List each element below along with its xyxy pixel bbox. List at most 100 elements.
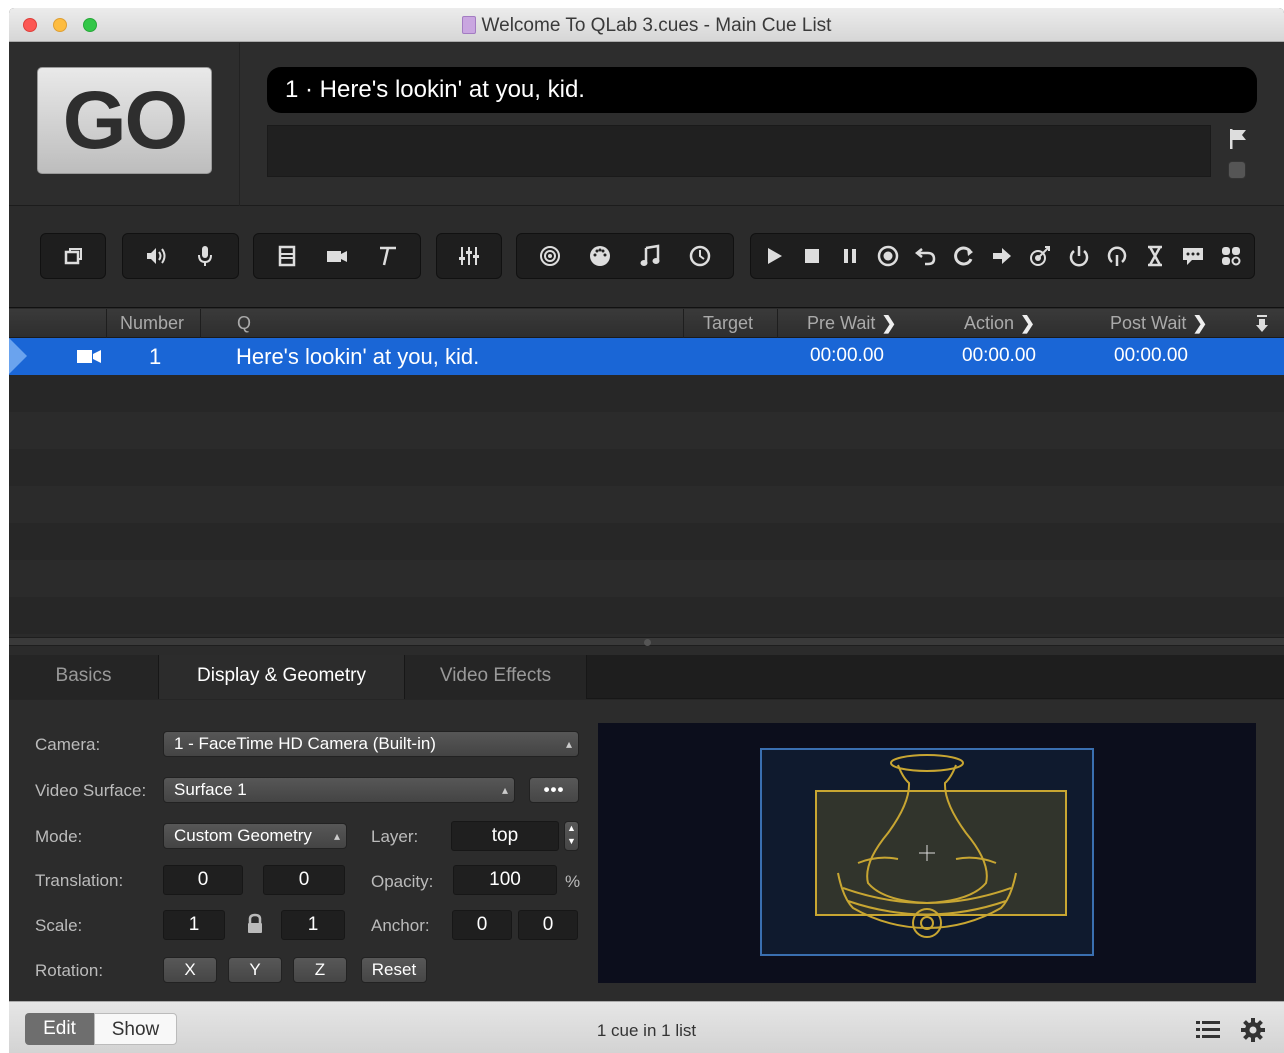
list-icon[interactable] — [1195, 1019, 1221, 1041]
translation-label: Translation: — [35, 871, 124, 890]
anchor-y-field[interactable]: 0 — [518, 910, 578, 940]
scale-y-field[interactable]: 1 — [281, 910, 345, 940]
rotate-x-button[interactable]: X — [163, 957, 217, 983]
anchor-x-field[interactable]: 0 — [452, 910, 512, 940]
chevron-right-icon: ❯ — [881, 313, 897, 333]
preview-canvas — [760, 748, 1094, 956]
midi-file-cue-icon[interactable] — [633, 239, 667, 273]
camera-cue-icon[interactable] — [320, 239, 354, 273]
video-surface-popup[interactable]: Surface 1 ▴ — [163, 777, 515, 803]
opacity-field[interactable]: 100 — [453, 865, 557, 895]
load-cue-icon[interactable] — [871, 239, 905, 273]
reset-geometry-button[interactable]: Reset — [361, 957, 427, 983]
anchor-label: Anchor: — [371, 916, 430, 935]
chevron-right-icon: ❯ — [1020, 313, 1036, 333]
column-divider — [106, 309, 107, 338]
target-cue-icon[interactable] — [1023, 239, 1057, 273]
go-button[interactable]: GO — [37, 67, 212, 174]
opacity-unit: % — [565, 872, 581, 891]
tab-basics[interactable]: Basics — [9, 655, 159, 699]
column-post-wait[interactable]: Post Wait ❯ — [1110, 313, 1207, 334]
empty-row — [9, 449, 1284, 486]
video-cue-icon[interactable] — [270, 239, 304, 273]
cue-row[interactable]: 1 Here's lookin' at you, kid. 00:00.00 0… — [9, 338, 1284, 375]
audio-cue-icon[interactable] — [139, 239, 173, 273]
flag-icon[interactable] — [1227, 127, 1249, 151]
stop-cue-icon[interactable] — [795, 239, 829, 273]
updown-arrows-icon: ▴ — [333, 829, 340, 843]
column-pre-wait-label: Pre Wait — [807, 313, 876, 333]
go-panel: GO — [9, 43, 240, 206]
column-target[interactable]: Target — [703, 313, 753, 334]
start-cue-icon[interactable] — [757, 239, 791, 273]
column-action[interactable]: Action ❯ — [964, 313, 1035, 334]
column-pre-wait[interactable]: Pre Wait ❯ — [807, 313, 896, 334]
column-number[interactable]: Number — [120, 313, 184, 334]
devamp-cue-icon[interactable] — [947, 239, 981, 273]
column-q[interactable]: Q — [237, 313, 251, 334]
translation-y-field[interactable]: 0 — [263, 865, 345, 895]
display-geometry-panel: Camera: 1 - FaceTime HD Camera (Built-in… — [9, 700, 1284, 1001]
rotate-z-button[interactable]: Z — [293, 957, 347, 983]
camera-cue-icon — [77, 350, 101, 363]
playhead-icon — [9, 338, 27, 374]
memo-cue-icon[interactable] — [1176, 239, 1210, 273]
qlab-window: Welcome To QLab 3.cues - Main Cue List G… — [9, 8, 1284, 1053]
cue-post-wait: 00:00.00 — [1114, 345, 1188, 366]
empty-row — [9, 523, 1284, 560]
disarm-cue-icon[interactable] — [1100, 239, 1134, 273]
fade-cue-icon[interactable] — [452, 239, 486, 273]
layer-field[interactable]: top — [451, 821, 559, 851]
cue-notes-field[interactable] — [267, 125, 1211, 177]
cue-toolbar — [9, 207, 1284, 308]
translation-x-field[interactable]: 0 — [163, 865, 243, 895]
cue-name: Here's lookin' at you, kid. — [236, 344, 480, 369]
arm-cue-icon[interactable] — [1062, 239, 1096, 273]
wait-cue-icon[interactable] — [1138, 239, 1172, 273]
timecode-cue-icon[interactable] — [683, 239, 717, 273]
cue-pre-wait: 00:00.00 — [810, 345, 884, 366]
splitter-handle[interactable] — [644, 639, 651, 646]
mode-popup[interactable]: Custom Geometry ▴ — [163, 823, 347, 849]
toolbar-group-1 — [40, 233, 106, 279]
camera-label: Camera: — [35, 735, 101, 754]
updown-arrows-icon: ▴ — [501, 783, 508, 797]
midi-cue-icon[interactable] — [583, 239, 617, 273]
top-panel: GO 1 · Here's lookin' at you, kid. — [9, 43, 1284, 206]
lock-icon[interactable] — [245, 913, 265, 935]
empty-row — [9, 486, 1284, 523]
video-surface-label: Video Surface: — [35, 781, 147, 800]
cue-inspector: Basics Display & Geometry Video Effects … — [9, 655, 1284, 1001]
pause-cue-icon[interactable] — [833, 239, 867, 273]
column-divider — [683, 309, 684, 338]
column-action-label: Action — [964, 313, 1015, 333]
script-cue-icon[interactable] — [1214, 239, 1248, 273]
mode-value: Custom Geometry — [174, 826, 312, 845]
column-divider — [777, 309, 778, 338]
camera-popup[interactable]: 1 - FaceTime HD Camera (Built-in) ▴ — [163, 731, 579, 757]
tab-display-geometry[interactable]: Display & Geometry — [159, 655, 405, 699]
network-cue-icon[interactable] — [533, 239, 567, 273]
layer-label: Layer: — [371, 827, 419, 846]
geometry-preview[interactable] — [598, 723, 1256, 983]
cue-count-status: 1 cue in 1 list — [596, 1021, 697, 1040]
scale-x-field[interactable]: 1 — [163, 910, 225, 940]
rotate-y-button[interactable]: Y — [228, 957, 282, 983]
text-cue-icon[interactable] — [370, 239, 404, 273]
flag-checkbox[interactable] — [1228, 161, 1246, 179]
reset-cue-icon[interactable] — [909, 239, 943, 273]
column-divider — [200, 309, 201, 338]
cue-list: 1 Here's lookin' at you, kid. 00:00.00 0… — [9, 338, 1284, 638]
cue-action: 00:00.00 — [962, 345, 1036, 366]
mic-cue-icon[interactable] — [188, 239, 222, 273]
layer-stepper[interactable]: ▲ ▼ — [564, 821, 579, 851]
toolbar-group-5 — [516, 233, 734, 279]
surface-options-button[interactable]: ••• — [529, 777, 579, 803]
gear-icon[interactable] — [1240, 1017, 1266, 1043]
arrow-down-icon[interactable] — [1254, 314, 1270, 334]
goto-cue-icon[interactable] — [985, 239, 1019, 273]
tab-video-effects[interactable]: Video Effects — [405, 655, 587, 699]
inspector-splitter[interactable] — [9, 637, 1284, 646]
group-cue-icon[interactable] — [56, 239, 90, 273]
title-bar: Welcome To QLab 3.cues - Main Cue List — [9, 8, 1284, 42]
